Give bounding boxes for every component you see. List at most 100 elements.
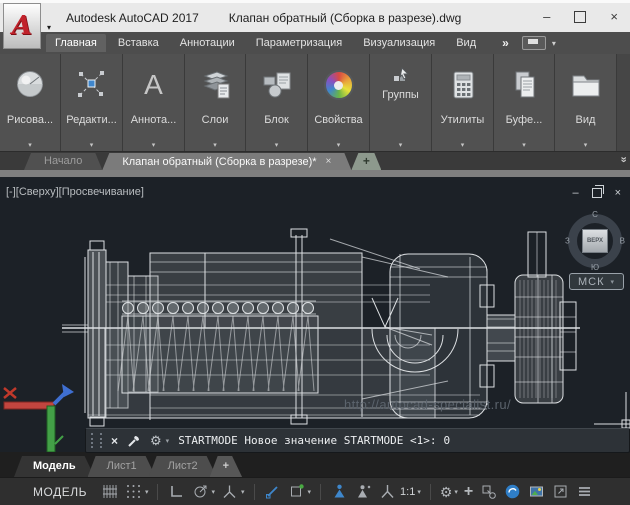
viewport-close-icon[interactable]: × xyxy=(615,187,621,199)
viewport-visualstyle-control[interactable]: [Просвечивание] xyxy=(59,186,144,198)
wrench-icon[interactable] xyxy=(127,434,141,448)
viewcube[interactable]: С В Ю З ВЕРХ xyxy=(565,210,625,272)
panel-properties[interactable]: Свойства ▾ xyxy=(308,54,370,151)
layout-tab-bar: Модель Лист1 Лист2 + xyxy=(0,452,630,477)
chevron-down-icon[interactable]: ▾ xyxy=(152,141,156,149)
window-close-button[interactable]: × xyxy=(610,9,618,24)
viewcube-east[interactable]: В xyxy=(620,237,625,246)
panel-modify[interactable]: Редакти... ▾ xyxy=(61,54,123,151)
annotation-scale-icon[interactable] xyxy=(378,483,396,501)
window-minimize-button[interactable]: – xyxy=(543,9,550,24)
viewport-restore-icon[interactable] xyxy=(591,185,604,198)
panel-layers[interactable]: Слои ▾ xyxy=(185,54,246,151)
chevron-double-down-icon[interactable]: » xyxy=(617,156,629,159)
ribbon-overflow-icon[interactable]: » xyxy=(502,36,509,50)
chevron-down-icon[interactable]: ▾ xyxy=(417,488,421,496)
customization-menu-icon[interactable] xyxy=(575,483,593,501)
viewport-view-control[interactable]: [Сверху] xyxy=(16,186,59,198)
chevron-down-icon[interactable]: ▾ xyxy=(241,488,245,496)
panel-clipboard[interactable]: Буфе... ▾ xyxy=(494,54,555,151)
chevron-down-icon[interactable]: ▾ xyxy=(166,437,170,445)
chevron-down-icon[interactable]: ▾ xyxy=(454,488,458,496)
viewcube-south[interactable]: Ю xyxy=(591,263,599,272)
annotation-letter-icon: А xyxy=(144,57,163,113)
layout-tab-sheet2[interactable]: Лист2 xyxy=(149,456,217,477)
plus-icon[interactable]: + xyxy=(464,483,473,501)
layout-tab-model[interactable]: Модель xyxy=(14,456,95,477)
model-space-button[interactable]: МОДЕЛЬ xyxy=(33,485,87,499)
gear-icon[interactable]: ⚙ xyxy=(150,434,162,447)
chevron-down-icon[interactable]: ▾ xyxy=(308,488,312,496)
new-drawing-tab-button[interactable]: + xyxy=(351,153,381,170)
viewcube-north[interactable]: С xyxy=(592,210,598,219)
file-tab-document[interactable]: Клапан обратный (Сборка в разрезе)* × xyxy=(102,153,351,170)
chevron-down-icon[interactable]: ▾ xyxy=(522,141,526,149)
tab-parametric[interactable]: Параметризация xyxy=(247,34,351,52)
close-icon[interactable]: × xyxy=(111,434,118,448)
document-title: Клапан обратный (Сборка в разрезе).dwg xyxy=(228,11,462,25)
panel-draw[interactable]: Рисова... ▾ xyxy=(0,54,61,151)
chevron-down-icon[interactable]: ▾ xyxy=(90,141,94,149)
object-snap-icon[interactable] xyxy=(288,483,306,501)
window-title: Autodesk AutoCAD 2017 Клапан обратный (С… xyxy=(66,11,461,25)
properties-colorwheel-icon xyxy=(323,57,354,113)
tab-visualize[interactable]: Визуализация xyxy=(354,34,444,52)
layout-tab-sheet1[interactable]: Лист1 xyxy=(88,456,156,477)
panel-block[interactable]: Блок ▾ xyxy=(246,54,308,151)
quick-properties-icon[interactable] xyxy=(479,483,497,501)
tab-insert[interactable]: Вставка xyxy=(109,34,168,52)
grid-display-icon[interactable] xyxy=(101,483,119,501)
tab-view[interactable]: Вид xyxy=(447,34,485,52)
panel-annotation[interactable]: А Аннота... ▾ xyxy=(123,54,185,151)
ribbon-tab-bar: Главная Вставка Аннотации Параметризация… xyxy=(0,32,630,54)
window-maximize-button[interactable] xyxy=(574,10,587,23)
chevron-down-icon[interactable]: ▾ xyxy=(28,141,32,149)
ucs-wcs-button[interactable]: МСК ▾ xyxy=(569,273,624,290)
tab-annotate[interactable]: Аннотации xyxy=(171,34,244,52)
panel-utilities[interactable]: Утилиты ▾ xyxy=(432,54,494,151)
chevron-down-icon[interactable]: ▾ xyxy=(552,39,556,48)
drag-grip-icon[interactable] xyxy=(91,433,102,448)
fullscreen-icon[interactable] xyxy=(551,483,569,501)
chevron-down-icon[interactable]: ▾ xyxy=(213,141,217,149)
chevron-down-icon[interactable]: ▾ xyxy=(275,141,279,149)
chevron-down-icon[interactable]: ▾ xyxy=(337,141,341,149)
layers-icon xyxy=(197,57,233,113)
command-line-bar[interactable]: × ⚙ ▾ STARTMODE Новое значение STARTMODE… xyxy=(85,428,630,453)
window-controls: – × xyxy=(543,9,618,24)
viewcube-top-face[interactable]: ВЕРХ xyxy=(582,229,608,253)
file-tab-bar: Начало Клапан обратный (Сборка в разрезе… xyxy=(0,152,630,177)
workspace-gear-icon[interactable]: ⚙ xyxy=(440,485,453,499)
hardware-acceleration-icon[interactable] xyxy=(503,483,521,501)
chevron-down-icon[interactable]: ▾ xyxy=(584,141,588,149)
drawing-viewport[interactable]: [-] [Сверху] [Просвечивание] – × С В Ю З… xyxy=(0,177,630,452)
new-layout-button[interactable]: + xyxy=(210,456,242,477)
polar-tracking-icon[interactable] xyxy=(191,483,209,501)
close-icon[interactable]: × xyxy=(326,156,332,167)
ortho-mode-icon[interactable] xyxy=(167,483,185,501)
autoscale-icon[interactable] xyxy=(354,483,372,501)
viewport-menu-control[interactable]: [-] xyxy=(6,186,16,198)
panel-label: Вид xyxy=(575,114,596,126)
panel-view[interactable]: Вид ▾ xyxy=(555,54,617,151)
panel-groups[interactable]: Группы ▾ xyxy=(370,54,432,151)
snap-mode-icon[interactable] xyxy=(125,483,143,501)
graphics-image-icon[interactable] xyxy=(527,483,545,501)
chevron-down-icon[interactable]: ▾ xyxy=(145,488,149,496)
ribbon-minimize-button[interactable] xyxy=(521,36,546,50)
annotation-scale-value[interactable]: 1:1 xyxy=(400,486,415,498)
application-menu-button[interactable]: A ▾ xyxy=(3,3,51,49)
chevron-down-icon[interactable]: ▾ xyxy=(211,488,215,496)
command-input[interactable]: STARTMODE Новое значение STARTMODE <1>: … xyxy=(178,434,450,447)
file-tab-start[interactable]: Начало xyxy=(24,153,102,170)
isometric-drafting-icon[interactable] xyxy=(221,483,239,501)
object-snap-tracking-icon[interactable] xyxy=(264,483,282,501)
ucs-axes-icon[interactable] xyxy=(2,382,82,452)
tab-home[interactable]: Главная xyxy=(46,34,106,52)
annotation-visibility-icon[interactable] xyxy=(330,483,348,501)
chevron-down-icon[interactable]: ▾ xyxy=(461,141,465,149)
app-title: Autodesk AutoCAD 2017 xyxy=(66,11,199,25)
viewport-minimize-icon[interactable]: – xyxy=(572,187,578,199)
viewcube-west[interactable]: З xyxy=(565,237,570,246)
chevron-down-icon[interactable]: ▾ xyxy=(399,141,403,149)
